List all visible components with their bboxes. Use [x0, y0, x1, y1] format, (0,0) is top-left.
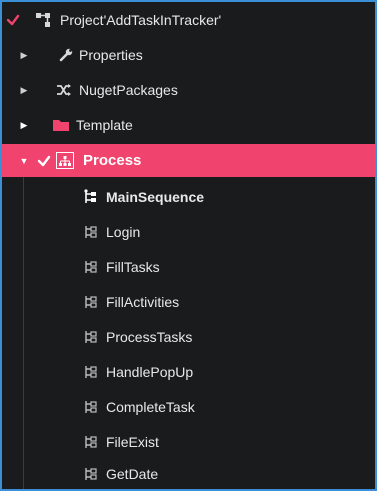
tree-item-nugetpackages[interactable]: ▶ NugetPackages: [2, 74, 375, 106]
tree-item-login[interactable]: Login: [2, 216, 375, 248]
sequence-icon: [82, 398, 100, 416]
shuffle-icon: [55, 81, 73, 99]
tree-item-properties[interactable]: ▶ Properties: [2, 39, 375, 71]
tree-item-fillactivities[interactable]: FillActivities: [2, 286, 375, 318]
nugetpackages-label: NugetPackages: [79, 82, 178, 98]
sequence-label: GetDate: [106, 466, 159, 482]
tree-item-processtasks[interactable]: ProcessTasks: [2, 321, 375, 353]
properties-label: Properties: [79, 47, 143, 63]
tree-item-process[interactable]: ▼ Process: [2, 144, 375, 177]
sequence-label: FillTasks: [106, 259, 160, 275]
tree-item-project[interactable]: Project'AddTaskInTracker': [2, 4, 375, 36]
sequence-label: MainSequence: [106, 189, 205, 205]
tree-item-completetask[interactable]: CompleteTask: [2, 391, 375, 423]
sequence-icon: [82, 433, 100, 451]
expand-arrow-icon[interactable]: ▶: [18, 119, 30, 131]
template-label: Template: [76, 117, 133, 133]
collapse-arrow-icon[interactable]: ▼: [18, 155, 30, 167]
sequence-label: ProcessTasks: [106, 329, 193, 345]
checkmark-icon: [37, 155, 51, 166]
workflow-icon: [34, 11, 52, 29]
sequence-icon: [82, 258, 100, 276]
tree-item-getdate[interactable]: GetDate: [2, 458, 375, 489]
project-tree: Project'AddTaskInTracker' ▶ Properties ▶: [2, 2, 375, 489]
project-label: Project'AddTaskInTracker': [60, 12, 222, 28]
sequence-icon: [82, 223, 100, 241]
tree-item-fileexist[interactable]: FileExist: [2, 426, 375, 458]
tree-item-template[interactable]: ▶ Template: [2, 109, 375, 141]
tree-item-handlepopup[interactable]: HandlePopUp: [2, 356, 375, 388]
tree-item-mainsequence[interactable]: MainSequence: [2, 181, 375, 213]
sequence-icon: [82, 363, 100, 381]
checkmark-icon: [6, 14, 20, 26]
sequence-icon: [82, 188, 100, 206]
sequence-icon: [82, 465, 100, 483]
wrench-icon: [57, 46, 75, 64]
expand-arrow-icon[interactable]: ▶: [18, 84, 30, 96]
sequence-label: FileExist: [106, 434, 159, 450]
process-label: Process: [83, 152, 142, 169]
sequence-icon: [82, 328, 100, 346]
project-tree-panel: Project'AddTaskInTracker' ▶ Properties ▶: [0, 0, 377, 491]
expand-arrow-icon[interactable]: ▶: [18, 49, 30, 61]
folder-icon: [52, 116, 70, 134]
sequence-icon: [82, 293, 100, 311]
org-chart-icon: [56, 152, 74, 169]
tree-item-filltasks[interactable]: FillTasks: [2, 251, 375, 283]
sequence-label: CompleteTask: [106, 399, 195, 415]
sequence-label: Login: [106, 224, 141, 240]
sequence-label: HandlePopUp: [106, 364, 194, 380]
sequence-label: FillActivities: [106, 294, 180, 310]
